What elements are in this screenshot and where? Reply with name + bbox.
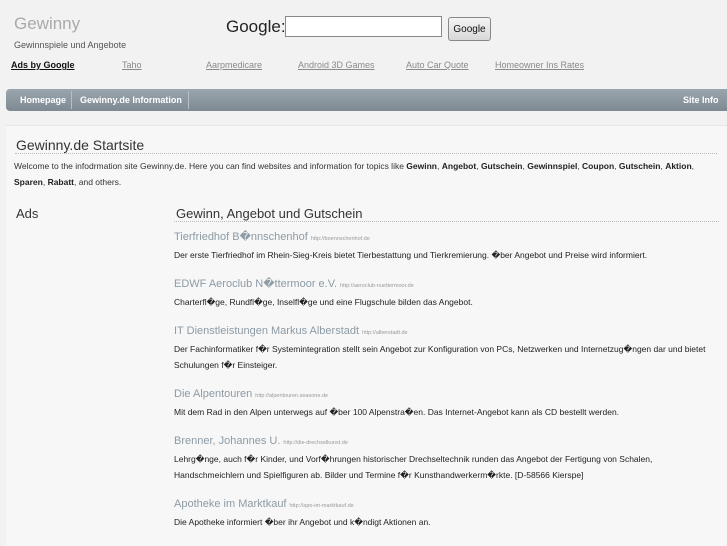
intro-keyword: Gewinnspiel	[527, 161, 578, 171]
listing-entry: EDWF Aeroclub N�ttermoor e.V. http://aero…	[174, 274, 714, 310]
entry-url-link[interactable]: http://apo-im-marktkauf.de	[290, 503, 354, 509]
google-search-button[interactable]: Google	[448, 17, 491, 41]
listing-entry: Die Alpentouren http://alpentouren.season…	[174, 384, 714, 420]
intro-keyword: Gutschein	[618, 161, 661, 171]
main-navigation: Homepage Gewinny.de Information Site Inf…	[6, 89, 727, 111]
intro-text-run: , and others.	[74, 177, 122, 187]
entry-url-link[interactable]: http://alpentouren.seasone.de	[255, 393, 328, 399]
entry-title-link[interactable]: Brenner, Johannes U.	[174, 435, 280, 447]
intro-keyword: Sparen	[14, 177, 43, 187]
entry-url-link[interactable]: http://aeroclub-nuettermoor.de	[340, 283, 414, 289]
entry-title-link[interactable]: EDWF Aeroclub N�ttermoor e.V.	[174, 278, 337, 290]
entry-title-link[interactable]: Die Alpentouren	[174, 388, 252, 400]
nav-item-site-info[interactable]: Site Info	[683, 89, 719, 111]
listing-entry: Brenner, Johannes U. http://die-drechselk…	[174, 431, 714, 483]
entry-description: Die Apotheke informiert �ber ihr Angebot…	[174, 517, 431, 527]
nav-divider	[188, 91, 189, 109]
intro-keyword: Aktion	[665, 161, 692, 171]
intro-keyword: Coupon	[582, 161, 615, 171]
ad-links-bar: Ads by Google Taho Aarpmedicare Android …	[0, 60, 727, 74]
nav-divider	[71, 91, 72, 109]
intro-keyword: Gewinn	[406, 161, 437, 171]
entry-description: Charterfl�ge, Rundfl�ge, Inselfl�ge und …	[174, 297, 473, 307]
listing-entry: IT Dienstleistungen Markus Alberstadt htt…	[174, 321, 714, 373]
entry-title-link[interactable]: Apotheke im Marktkauf	[174, 498, 287, 510]
listing-entry: Tierfriedhof B�nnschenhof http://boennsch…	[174, 227, 714, 263]
intro-keyword: Angebot	[441, 161, 477, 171]
entry-title-link[interactable]: IT Dienstleistungen Markus Alberstadt	[174, 325, 359, 337]
intro-keyword: Gutschein	[480, 161, 523, 171]
ads-heading: Ads	[16, 206, 39, 221]
google-search-label: Google:	[226, 17, 286, 36]
ad-link[interactable]: Taho	[122, 60, 142, 70]
ad-link[interactable]: Android 3D Games	[298, 60, 375, 70]
entry-url-link[interactable]: http://alberstadt.de	[362, 330, 408, 336]
entry-description: Lehrg�nge, auch f�r Kinder, und Vorf�hru…	[174, 454, 653, 480]
content-panel: Gewinny.de Startsite Welcome to the info…	[6, 125, 727, 546]
entry-description: Der erste Tierfriedhof im Rhein-Sieg-Kre…	[174, 250, 648, 260]
site-subtitle: Gewinnspiele und Angebote	[14, 40, 127, 50]
entry-description: Der Fachinformatiker f�r Systemintegrati…	[174, 344, 706, 370]
ads-by-google-link[interactable]: Ads by Google	[11, 60, 75, 70]
entry-url-link[interactable]: http://die-drechselkunst.de	[283, 440, 348, 446]
google-search-input[interactable]	[285, 16, 442, 37]
section-divider	[174, 221, 719, 222]
nav-item-homepage[interactable]: Homepage	[20, 89, 66, 111]
listing-entry: Apotheke im Marktkauf http://apo-im-markt…	[174, 494, 714, 530]
site-title[interactable]: Gewinny	[14, 14, 80, 34]
intro-text: Welcome to the infodrmation site Gewinny…	[14, 158, 719, 190]
section-heading: Gewinn, Angebot und Gutschein	[176, 206, 363, 221]
ad-link[interactable]: Homeowner Ins Rates	[495, 60, 584, 70]
ad-link[interactable]: Aarpmedicare	[206, 60, 262, 70]
intro-keyword: Rabatt	[47, 177, 75, 187]
intro-text-run: ,	[691, 161, 695, 171]
nav-item-information[interactable]: Gewinny.de Information	[80, 89, 182, 111]
entry-title-link[interactable]: Tierfriedhof B�nnschenhof	[174, 231, 308, 243]
page-title: Gewinny.de Startsite	[16, 137, 145, 153]
entry-description: Mit dem Rad in den Alpen unterwegs auf �…	[174, 407, 620, 417]
intro-text-run: Welcome to the infodrmation site Gewinny…	[14, 161, 407, 171]
ad-link[interactable]: Auto Car Quote	[406, 60, 469, 70]
entry-url-link[interactable]: http://boennschenhof.de	[311, 236, 370, 242]
title-divider	[15, 153, 717, 154]
